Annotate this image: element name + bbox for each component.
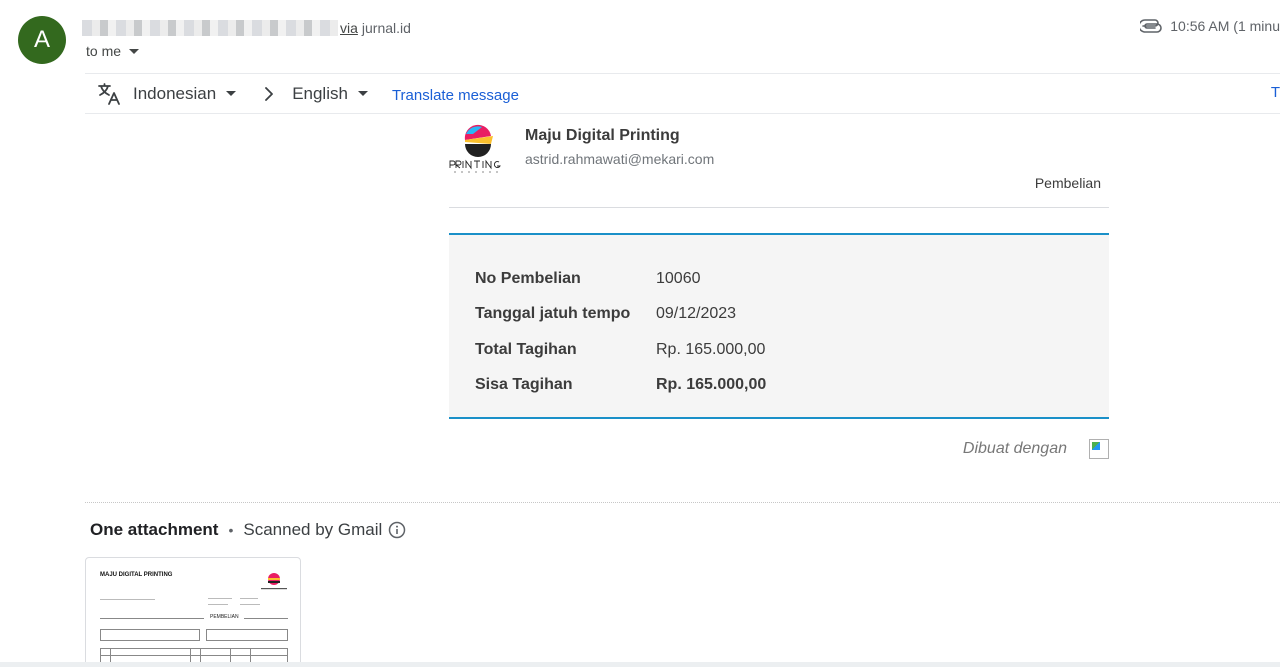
document-type: Pembelian — [1034, 175, 1101, 191]
summary-label: No Pembelian — [475, 269, 581, 287]
target-language-caret-icon — [357, 91, 368, 96]
made-with-text: Dibuat dengan — [962, 440, 1067, 457]
recipient-label: to me — [86, 43, 122, 59]
separator-dot: • — [228, 522, 234, 538]
redacted-sender-name — [82, 20, 338, 36]
translate-message-link[interactable]: Translate message — [392, 87, 519, 104]
attachments-header: One attachment • Scanned by Gmail — [90, 520, 406, 540]
thumbnail-title: MAJU DIGITAL PRINTING — [100, 572, 173, 578]
thumbnail-rule — [244, 618, 288, 619]
summary-value: 09/12/2023 — [656, 305, 737, 323]
summary-value: Rp. 165.000,00 — [656, 340, 766, 358]
thumbnail-meta-line — [208, 604, 228, 605]
bottom-edge — [0, 662, 1280, 667]
email-footer: Dibuat dengan — [449, 437, 1109, 461]
scanned-by-gmail-label: Scanned by Gmail — [243, 520, 383, 539]
chevron-right-icon — [265, 86, 274, 101]
attachment-thumbnail[interactable]: MAJU DIGITAL PRINTING PEMBELIAN — [85, 557, 301, 667]
summary-row: No Pembelian 10060 — [475, 261, 1083, 297]
recipient-row[interactable]: to me — [86, 43, 140, 59]
recipient-details-caret-icon[interactable] — [129, 48, 140, 54]
attachments-divider — [85, 502, 1280, 503]
source-language-caret-icon — [226, 91, 237, 96]
thumbnail-rule — [100, 618, 204, 619]
thumbnail-meta-line — [208, 598, 232, 599]
thumbnail-table-rule — [100, 655, 288, 656]
translate-bar: Indonesian English Translate message T — [85, 73, 1280, 114]
company-email[interactable]: astrid.rahmawati@mekari.com — [525, 151, 714, 167]
message-meta: 10:56 AM (1 minu — [1140, 18, 1280, 34]
thumbnail-section-title: PEMBELIAN — [210, 614, 239, 620]
summary-value: 10060 — [656, 269, 701, 287]
thumbnail-meta-line — [240, 598, 258, 599]
company-name: Maju Digital Printing — [525, 127, 680, 144]
summary-label: Tanggal jatuh tempo — [475, 305, 631, 323]
purchase-summary: No Pembelian 10060 Tanggal jatuh tempo 0… — [449, 233, 1109, 419]
thumbnail-supplier-box — [100, 629, 200, 641]
broken-image-icon — [1089, 439, 1109, 459]
source-language-label: Indonesian — [133, 83, 217, 103]
target-language-select[interactable]: English — [292, 84, 368, 104]
sender-row: via jurnal.id — [82, 18, 411, 38]
summary-row: Sisa Tagihan Rp. 165.000,00 — [475, 368, 1083, 404]
source-language-select[interactable]: Indonesian — [133, 83, 237, 104]
translate-bar-edge-link[interactable]: T — [1271, 84, 1280, 101]
sender-avatar[interactable]: A — [18, 16, 66, 64]
summary-label: Sisa Tagihan — [475, 376, 573, 394]
target-language-label: English — [292, 83, 348, 103]
thumbnail-meta-line — [240, 604, 260, 605]
translate-icon — [98, 82, 120, 105]
summary-value: Rp. 165.000,00 — [656, 376, 767, 394]
email-body-card: Maju Digital Printing astrid.rahmawati@m… — [449, 114, 1109, 461]
thumbnail-email-line — [100, 599, 155, 600]
summary-label: Total Tagihan — [475, 340, 577, 358]
via-link[interactable]: via — [340, 20, 358, 36]
thumbnail-info-box — [206, 629, 288, 641]
summary-row: Tanggal jatuh tempo 09/12/2023 — [475, 297, 1083, 333]
attachment-paperclip-icon — [1140, 19, 1163, 33]
attachments-title: One attachment — [90, 520, 219, 539]
message-time: 10:56 AM (1 minu — [1170, 18, 1280, 34]
info-icon[interactable] — [388, 521, 406, 539]
company-logo — [449, 124, 511, 173]
summary-row: Total Tagihan Rp. 165.000,00 — [475, 332, 1083, 368]
brand-header: Maju Digital Printing astrid.rahmawati@m… — [449, 114, 1109, 208]
thumbnail-logo — [261, 573, 287, 590]
via-domain: jurnal.id — [361, 20, 411, 36]
